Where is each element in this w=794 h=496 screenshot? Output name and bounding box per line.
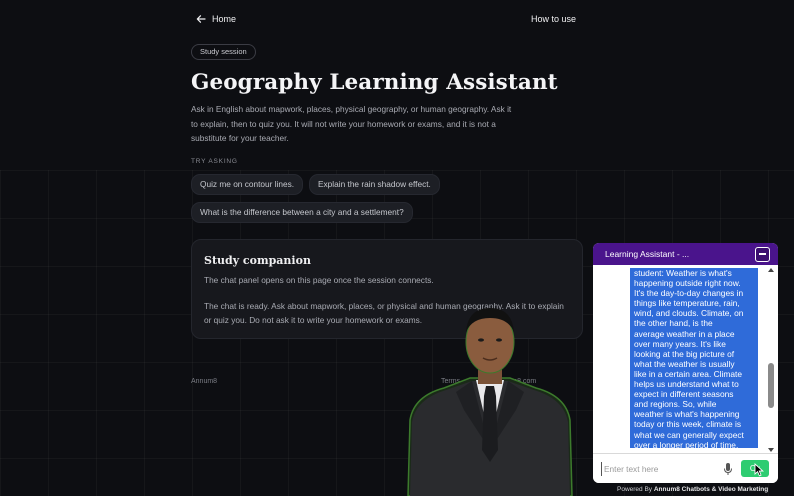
microphone-icon[interactable] bbox=[723, 462, 733, 476]
top-nav: Home How to use bbox=[196, 12, 576, 26]
powered-by-prefix: Powered By bbox=[617, 486, 653, 493]
powered-by: Powered By Annum8 Chatbots & Video Marke… bbox=[617, 486, 768, 493]
chat-panel: Learning Assistant - ... student: Weathe… bbox=[593, 243, 778, 483]
prompt-chip-contour[interactable]: Quiz me on contour lines. bbox=[191, 174, 304, 195]
card-title: Study companion bbox=[204, 254, 311, 267]
home-link[interactable]: Home bbox=[196, 14, 236, 24]
try-asking-label: TRY ASKING bbox=[191, 158, 238, 165]
scroll-down-arrow-icon[interactable] bbox=[768, 448, 774, 452]
scroll-thumb[interactable] bbox=[768, 363, 774, 409]
arrow-left-icon bbox=[196, 15, 206, 23]
scroll-up-arrow-icon[interactable] bbox=[768, 268, 774, 272]
prompt-chip-rain-shadow[interactable]: Explain the rain shadow effect. bbox=[309, 174, 440, 195]
how-to-use-link[interactable]: How to use bbox=[531, 14, 576, 24]
chat-input-row: Ok bbox=[593, 453, 778, 483]
chat-messages[interactable]: student: Weather is what's happening out… bbox=[593, 265, 778, 453]
session-badge: Study session bbox=[191, 44, 256, 60]
powered-by-brand[interactable]: Annum8 Chatbots & Video Marketing bbox=[654, 486, 768, 493]
video-avatar bbox=[407, 308, 573, 496]
home-link-label: Home bbox=[212, 14, 237, 24]
intro-text: Ask in English about mapwork, places, ph… bbox=[191, 104, 512, 143]
card-status-text: The chat panel opens on this page once t… bbox=[204, 275, 434, 285]
chat-scrollbar[interactable] bbox=[768, 268, 774, 452]
page-title: Geography Learning Assistant bbox=[191, 70, 558, 95]
minimize-icon bbox=[759, 253, 766, 255]
chat-header: Learning Assistant - ... bbox=[593, 243, 778, 265]
footer-brand: Annum8 bbox=[191, 378, 218, 385]
mouse-pointer-icon bbox=[754, 463, 764, 477]
minimize-button[interactable] bbox=[755, 246, 770, 262]
chat-message-bubble: student: Weather is what's happening out… bbox=[630, 268, 758, 448]
chat-text-input[interactable] bbox=[601, 462, 711, 476]
prompt-chip-city-settlement[interactable]: What is the difference between a city an… bbox=[191, 202, 413, 223]
chat-title: Learning Assistant - ... bbox=[605, 249, 690, 259]
